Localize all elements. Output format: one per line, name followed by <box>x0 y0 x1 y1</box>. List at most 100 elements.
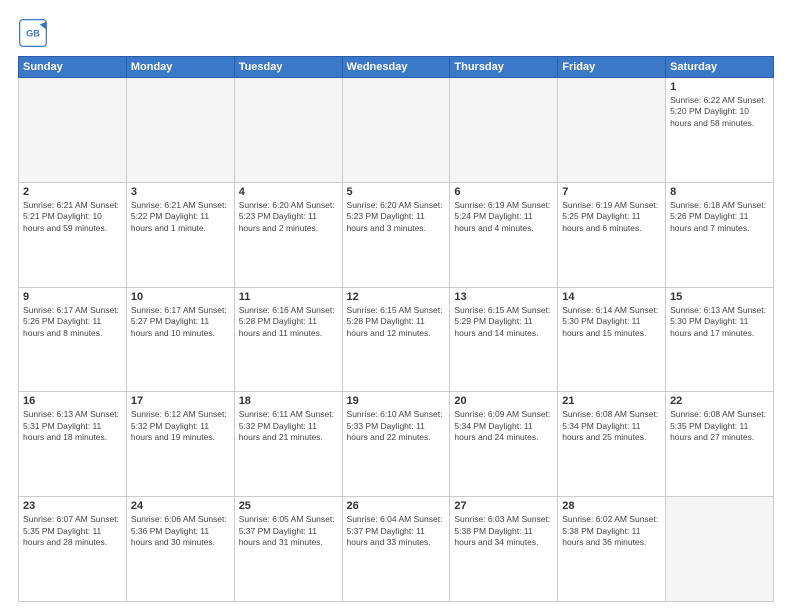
calendar-cell <box>126 78 234 183</box>
calendar-cell <box>342 78 450 183</box>
calendar-cell: 13 Sunrise: 6:15 AM Sunset: 5:29 PM Dayli… <box>450 287 558 392</box>
day-number: 12 <box>347 291 446 303</box>
day-info: Sunrise: 6:20 AM Sunset: 5:23 PM Dayligh… <box>347 200 446 234</box>
calendar-cell: 2 Sunrise: 6:21 AM Sunset: 5:21 PM Daylig… <box>19 182 127 287</box>
day-number: 13 <box>454 291 553 303</box>
day-info: Sunrise: 6:16 AM Sunset: 5:28 PM Dayligh… <box>239 305 338 339</box>
day-info: Sunrise: 6:10 AM Sunset: 5:33 PM Dayligh… <box>347 409 446 443</box>
day-number: 20 <box>454 395 553 407</box>
calendar-cell: 5 Sunrise: 6:20 AM Sunset: 5:23 PM Daylig… <box>342 182 450 287</box>
day-info: Sunrise: 6:21 AM Sunset: 5:22 PM Dayligh… <box>131 200 230 234</box>
day-number: 19 <box>347 395 446 407</box>
day-number: 6 <box>454 186 553 198</box>
logo-icon: GB <box>18 18 48 48</box>
day-info: Sunrise: 6:08 AM Sunset: 5:35 PM Dayligh… <box>670 409 769 443</box>
calendar-cell: 4 Sunrise: 6:20 AM Sunset: 5:23 PM Daylig… <box>234 182 342 287</box>
day-number: 3 <box>131 186 230 198</box>
weekday-sunday: Sunday <box>19 57 127 78</box>
calendar-cell <box>234 78 342 183</box>
day-info: Sunrise: 6:20 AM Sunset: 5:23 PM Dayligh… <box>239 200 338 234</box>
calendar-cell: 1 Sunrise: 6:22 AM Sunset: 5:20 PM Daylig… <box>666 78 774 183</box>
calendar-cell: 17Sunrise: 6:12 AM Sunset: 5:32 PM Dayli… <box>126 392 234 497</box>
day-info: Sunrise: 6:03 AM Sunset: 5:38 PM Dayligh… <box>454 514 553 548</box>
week-row-1: 2 Sunrise: 6:21 AM Sunset: 5:21 PM Daylig… <box>19 182 774 287</box>
week-row-4: 23 Sunrise: 6:07 AM Sunset: 5:35 PM Dayli… <box>19 497 774 602</box>
calendar-cell: 24 Sunrise: 6:06 AM Sunset: 5:36 PM Dayli… <box>126 497 234 602</box>
day-number: 7 <box>562 186 661 198</box>
calendar-cell: 8Sunrise: 6:18 AM Sunset: 5:26 PM Daylig… <box>666 182 774 287</box>
calendar-cell: 6 Sunrise: 6:19 AM Sunset: 5:24 PM Daylig… <box>450 182 558 287</box>
logo: GB <box>18 18 52 48</box>
day-info: Sunrise: 6:07 AM Sunset: 5:35 PM Dayligh… <box>23 514 122 548</box>
calendar-cell: 23 Sunrise: 6:07 AM Sunset: 5:35 PM Dayli… <box>19 497 127 602</box>
day-number: 27 <box>454 500 553 512</box>
svg-text:GB: GB <box>26 28 40 38</box>
day-info: Sunrise: 6:21 AM Sunset: 5:21 PM Dayligh… <box>23 200 122 234</box>
day-number: 4 <box>239 186 338 198</box>
calendar-cell: 15 Sunrise: 6:13 AM Sunset: 5:30 PM Dayli… <box>666 287 774 392</box>
day-info: Sunrise: 6:02 AM Sunset: 5:38 PM Dayligh… <box>562 514 661 548</box>
calendar-table: SundayMondayTuesdayWednesdayThursdayFrid… <box>18 56 774 602</box>
weekday-wednesday: Wednesday <box>342 57 450 78</box>
day-info: Sunrise: 6:09 AM Sunset: 5:34 PM Dayligh… <box>454 409 553 443</box>
weekday-thursday: Thursday <box>450 57 558 78</box>
day-number: 22 <box>670 395 769 407</box>
calendar-cell <box>19 78 127 183</box>
day-number: 16 <box>23 395 122 407</box>
day-number: 5 <box>347 186 446 198</box>
week-row-0: 1 Sunrise: 6:22 AM Sunset: 5:20 PM Daylig… <box>19 78 774 183</box>
calendar-cell: 20 Sunrise: 6:09 AM Sunset: 5:34 PM Dayli… <box>450 392 558 497</box>
calendar-cell: 21Sunrise: 6:08 AM Sunset: 5:34 PM Dayli… <box>558 392 666 497</box>
day-number: 11 <box>239 291 338 303</box>
calendar-cell: 26 Sunrise: 6:04 AM Sunset: 5:37 PM Dayli… <box>342 497 450 602</box>
day-number: 17 <box>131 395 230 407</box>
day-info: Sunrise: 6:13 AM Sunset: 5:30 PM Dayligh… <box>670 305 769 339</box>
weekday-saturday: Saturday <box>666 57 774 78</box>
day-info: Sunrise: 6:06 AM Sunset: 5:36 PM Dayligh… <box>131 514 230 548</box>
day-number: 26 <box>347 500 446 512</box>
calendar-cell <box>666 497 774 602</box>
calendar-cell: 3 Sunrise: 6:21 AM Sunset: 5:22 PM Daylig… <box>126 182 234 287</box>
day-number: 10 <box>131 291 230 303</box>
calendar-cell: 14 Sunrise: 6:14 AM Sunset: 5:30 PM Dayli… <box>558 287 666 392</box>
day-info: Sunrise: 6:05 AM Sunset: 5:37 PM Dayligh… <box>239 514 338 548</box>
calendar-cell: 27 Sunrise: 6:03 AM Sunset: 5:38 PM Dayli… <box>450 497 558 602</box>
day-number: 24 <box>131 500 230 512</box>
calendar-cell <box>450 78 558 183</box>
day-number: 14 <box>562 291 661 303</box>
week-row-3: 16 Sunrise: 6:13 AM Sunset: 5:31 PM Dayli… <box>19 392 774 497</box>
calendar-cell: 12Sunrise: 6:15 AM Sunset: 5:28 PM Dayli… <box>342 287 450 392</box>
day-info: Sunrise: 6:08 AM Sunset: 5:34 PM Dayligh… <box>562 409 661 443</box>
day-info: Sunrise: 6:18 AM Sunset: 5:26 PM Dayligh… <box>670 200 769 234</box>
calendar-cell: 19 Sunrise: 6:10 AM Sunset: 5:33 PM Dayli… <box>342 392 450 497</box>
day-number: 28 <box>562 500 661 512</box>
day-info: Sunrise: 6:19 AM Sunset: 5:25 PM Dayligh… <box>562 200 661 234</box>
day-number: 18 <box>239 395 338 407</box>
calendar-cell: 18 Sunrise: 6:11 AM Sunset: 5:32 PM Dayli… <box>234 392 342 497</box>
weekday-monday: Monday <box>126 57 234 78</box>
calendar-cell: 25Sunrise: 6:05 AM Sunset: 5:37 PM Dayli… <box>234 497 342 602</box>
calendar-cell: 10 Sunrise: 6:17 AM Sunset: 5:27 PM Dayli… <box>126 287 234 392</box>
calendar-cell: 16 Sunrise: 6:13 AM Sunset: 5:31 PM Dayli… <box>19 392 127 497</box>
day-number: 2 <box>23 186 122 198</box>
day-info: Sunrise: 6:17 AM Sunset: 5:26 PM Dayligh… <box>23 305 122 339</box>
calendar-cell: 9 Sunrise: 6:17 AM Sunset: 5:26 PM Daylig… <box>19 287 127 392</box>
day-info: Sunrise: 6:13 AM Sunset: 5:31 PM Dayligh… <box>23 409 122 443</box>
week-row-2: 9 Sunrise: 6:17 AM Sunset: 5:26 PM Daylig… <box>19 287 774 392</box>
day-info: Sunrise: 6:19 AM Sunset: 5:24 PM Dayligh… <box>454 200 553 234</box>
calendar-cell <box>558 78 666 183</box>
day-number: 23 <box>23 500 122 512</box>
day-info: Sunrise: 6:17 AM Sunset: 5:27 PM Dayligh… <box>131 305 230 339</box>
day-number: 15 <box>670 291 769 303</box>
calendar-cell: 28 Sunrise: 6:02 AM Sunset: 5:38 PM Dayli… <box>558 497 666 602</box>
day-info: Sunrise: 6:14 AM Sunset: 5:30 PM Dayligh… <box>562 305 661 339</box>
calendar-cell: 22 Sunrise: 6:08 AM Sunset: 5:35 PM Dayli… <box>666 392 774 497</box>
weekday-tuesday: Tuesday <box>234 57 342 78</box>
day-info: Sunrise: 6:22 AM Sunset: 5:20 PM Dayligh… <box>670 95 769 129</box>
day-number: 9 <box>23 291 122 303</box>
day-number: 1 <box>670 81 769 93</box>
calendar-cell: 7 Sunrise: 6:19 AM Sunset: 5:25 PM Daylig… <box>558 182 666 287</box>
day-info: Sunrise: 6:15 AM Sunset: 5:29 PM Dayligh… <box>454 305 553 339</box>
day-info: Sunrise: 6:11 AM Sunset: 5:32 PM Dayligh… <box>239 409 338 443</box>
day-info: Sunrise: 6:04 AM Sunset: 5:37 PM Dayligh… <box>347 514 446 548</box>
